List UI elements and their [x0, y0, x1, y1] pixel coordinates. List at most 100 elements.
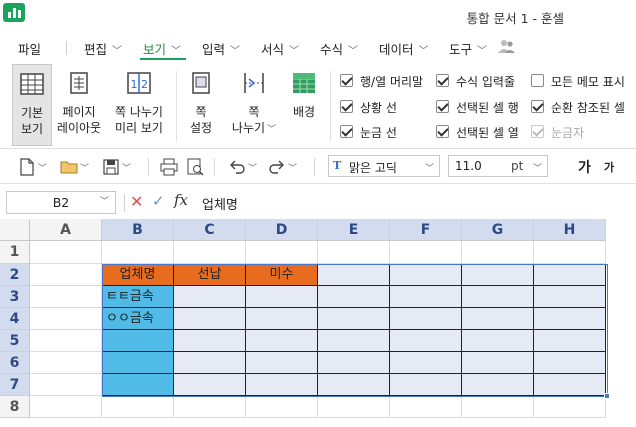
cell-h4[interactable] — [534, 308, 606, 330]
page-break-button[interactable]: 쪽 나누기 ﹀ — [230, 64, 278, 146]
cell-c2[interactable]: 선납 — [174, 264, 246, 286]
cell-e1[interactable] — [318, 241, 390, 264]
confirm-icon[interactable]: ✓ — [152, 192, 165, 210]
chevron-down-icon[interactable]: ﹀ — [80, 161, 89, 174]
cell-d4[interactable] — [246, 308, 318, 330]
row-header-3[interactable]: 3 — [0, 286, 30, 308]
cell-b8[interactable] — [102, 396, 174, 418]
cell-d6[interactable] — [246, 352, 318, 374]
cell-h2[interactable] — [534, 264, 606, 286]
print-icon[interactable] — [160, 158, 178, 176]
menu-view[interactable]: 보기 ﹀ — [143, 39, 181, 58]
cell-d5[interactable] — [246, 330, 318, 352]
column-header-b[interactable]: B — [102, 219, 174, 241]
cell-a8[interactable] — [30, 396, 102, 418]
font-grow-button[interactable]: 가 — [578, 157, 591, 177]
undo-icon[interactable] — [228, 158, 246, 176]
cell-b5[interactable] — [102, 330, 174, 352]
cell-g1[interactable] — [462, 241, 534, 264]
redo-icon[interactable] — [268, 158, 286, 176]
cell-d8[interactable] — [246, 396, 318, 418]
column-header-c[interactable]: C — [174, 219, 246, 241]
row-header-1[interactable]: 1 — [0, 241, 30, 264]
chevron-down-icon[interactable]: ﹀ — [38, 161, 47, 174]
cell-b6[interactable] — [102, 352, 174, 374]
cell-f8[interactable] — [390, 396, 462, 418]
cell-b1[interactable] — [102, 241, 174, 264]
menu-tools[interactable]: 도구 ﹀ — [449, 39, 487, 58]
fill-handle[interactable] — [604, 393, 610, 399]
save-icon[interactable] — [102, 158, 120, 176]
row-header-5[interactable]: 5 — [0, 330, 30, 352]
column-header-d[interactable]: D — [246, 219, 318, 241]
select-all-corner[interactable] — [0, 219, 30, 241]
cell-a4[interactable] — [30, 308, 102, 330]
font-size-select[interactable]: 11.0 pt ﹀ — [448, 155, 548, 177]
cancel-icon[interactable]: ✕ — [130, 192, 143, 211]
cell-f3[interactable] — [390, 286, 462, 308]
cell-h5[interactable] — [534, 330, 606, 352]
cell-b7[interactable] — [102, 374, 174, 396]
cell-f1[interactable] — [390, 241, 462, 264]
cell-d7[interactable] — [246, 374, 318, 396]
cell-f7[interactable] — [390, 374, 462, 396]
cell-f4[interactable] — [390, 308, 462, 330]
open-folder-icon[interactable] — [60, 158, 78, 176]
page-break-preview-button[interactable]: 1 2 쪽 나누기 미리 보기 — [108, 64, 170, 146]
cell-c8[interactable] — [174, 396, 246, 418]
cell-g3[interactable] — [462, 286, 534, 308]
new-document-icon[interactable] — [18, 158, 36, 176]
cell-a1[interactable] — [30, 241, 102, 264]
print-preview-icon[interactable] — [186, 158, 204, 176]
column-header-f[interactable]: F — [390, 219, 462, 241]
cell-c6[interactable] — [174, 352, 246, 374]
cell-g4[interactable] — [462, 308, 534, 330]
spreadsheet-grid[interactable]: A B C D E F G H 1 2 업체명 선납 미수 3 ㅌㅌ금속 4 ㅇㅇ금속 5 6 7 8 — [0, 219, 636, 427]
cell-e4[interactable] — [318, 308, 390, 330]
cell-g5[interactable] — [462, 330, 534, 352]
cell-d2[interactable]: 미수 — [246, 264, 318, 286]
menu-edit[interactable]: 편집 ﹀ — [84, 39, 122, 58]
row-header-6[interactable]: 6 — [0, 352, 30, 374]
normal-view-button[interactable]: 기본 보기 — [12, 64, 52, 146]
column-header-e[interactable]: E — [318, 219, 390, 241]
row-header-4[interactable]: 4 — [0, 308, 30, 330]
cell-h7[interactable] — [534, 374, 606, 396]
cell-c1[interactable] — [174, 241, 246, 264]
cell-e7[interactable] — [318, 374, 390, 396]
cell-e8[interactable] — [318, 396, 390, 418]
cell-e6[interactable] — [318, 352, 390, 374]
row-header-8[interactable]: 8 — [0, 396, 30, 418]
cell-f6[interactable] — [390, 352, 462, 374]
cell-c7[interactable] — [174, 374, 246, 396]
chevron-down-icon[interactable]: ﹀ — [288, 161, 297, 174]
cell-g7[interactable] — [462, 374, 534, 396]
font-shrink-button[interactable]: 가 — [604, 159, 614, 175]
cell-h1[interactable] — [534, 241, 606, 264]
cell-e3[interactable] — [318, 286, 390, 308]
cell-a6[interactable] — [30, 352, 102, 374]
column-header-g[interactable]: G — [462, 219, 534, 241]
cell-c5[interactable] — [174, 330, 246, 352]
chevron-down-icon[interactable]: ﹀ — [122, 161, 131, 174]
formula-input[interactable]: 업체명 — [202, 194, 238, 213]
cell-b2[interactable]: 업체명 — [102, 264, 174, 286]
cell-c4[interactable] — [174, 308, 246, 330]
cell-c3[interactable] — [174, 286, 246, 308]
share-users-icon[interactable] — [498, 38, 516, 54]
column-header-a[interactable]: A — [30, 219, 102, 241]
menu-data[interactable]: 데이터 ﹀ — [379, 39, 429, 58]
cell-e5[interactable] — [318, 330, 390, 352]
row-header-2[interactable]: 2 — [0, 264, 30, 286]
menu-file[interactable]: 파일 — [18, 39, 41, 58]
cell-f5[interactable] — [390, 330, 462, 352]
cell-e2[interactable] — [318, 264, 390, 286]
cell-f2[interactable] — [390, 264, 462, 286]
cell-g6[interactable] — [462, 352, 534, 374]
cell-g2[interactable] — [462, 264, 534, 286]
row-header-7[interactable]: 7 — [0, 374, 30, 396]
menu-formula[interactable]: 수식 ﹀ — [320, 39, 358, 58]
cell-g8[interactable] — [462, 396, 534, 418]
cell-a3[interactable] — [30, 286, 102, 308]
cell-d1[interactable] — [246, 241, 318, 264]
